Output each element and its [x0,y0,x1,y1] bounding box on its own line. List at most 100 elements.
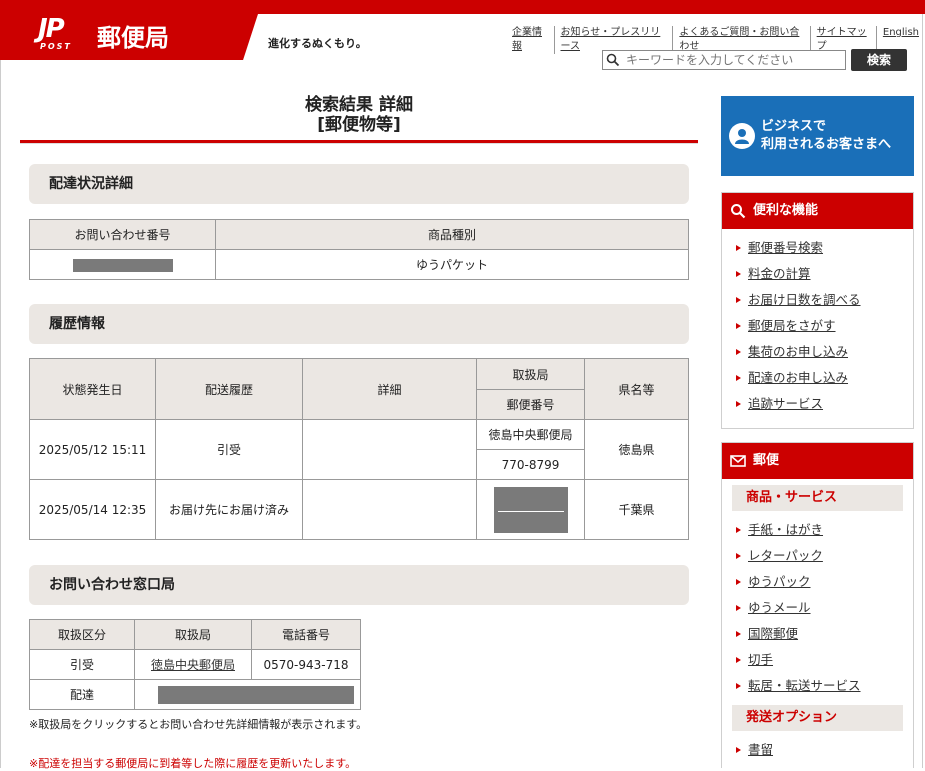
note-update-history: ※配達を担当する郵便局に到着等した際に履歴を更新いたします。 [29,757,357,770]
link-fee-calc[interactable]: 料金の計算 [748,266,811,281]
link-letters-postcards[interactable]: 手紙・はがき [748,522,823,537]
mail-list: 手紙・はがき レターパック ゆうパック ゆうメール 国際郵便 切手 転居・転送サ… [722,513,913,703]
list-item: レターパック [722,543,913,569]
link-pickup-request[interactable]: 集荷のお申し込み [748,344,848,359]
list-item: 転居・転送サービス [722,673,913,699]
title-divider-shadow [20,143,698,144]
link-yu-pack[interactable]: ゆうパック [748,574,811,589]
link-delivery-request[interactable]: 配達のお申し込み [748,370,848,385]
search-button[interactable]: 検索 [851,49,907,71]
table-row: 2025/05/12 15:11 引受 徳島中央郵便局 徳島県 [29,419,689,480]
features-heading: 便利な機能 [753,203,819,218]
list-item: 国際郵便 [722,621,913,647]
link-delivery-days[interactable]: お届け日数を調べる [748,292,861,307]
list-item: 料金の計算 [722,261,913,287]
contact-phone: 0570-943-718 [251,649,361,680]
tagline: 進化するぬくもり。 [268,37,367,50]
link-corporate-info[interactable]: 企業情報 [506,26,554,54]
shipping-options-subheading: 発送オプション [732,705,903,731]
business-banner-text: ビジネスで 利用されるお客さまへ [761,119,892,152]
col-postal: 郵便番号 [476,389,585,420]
features-box: 便利な機能 郵便番号検索 料金の計算 お届け日数を調べる 郵便局をさがす 集荷の… [721,192,914,429]
list-item: ゆうメール [722,595,913,621]
history-prefecture: 徳島県 [584,419,689,480]
link-stamps[interactable]: 切手 [748,652,773,667]
col-handling-type: 取扱区分 [29,619,135,650]
history-postal: 770-8799 [476,449,585,480]
link-registered-mail[interactable]: 書留 [748,742,773,757]
note-click-office: ※取扱局をクリックするとお問い合わせ先詳細情報が表示されます。 [29,718,368,731]
table-row: 引受 徳島中央郵便局 0570-943-718 [29,649,361,680]
col-status: 配送履歴 [155,358,303,420]
brand-name[interactable]: 郵便局 [97,18,169,53]
products-services-subheading: 商品・サービス [732,485,903,511]
history-office: 徳島中央郵便局 [476,419,585,450]
link-find-office[interactable]: 郵便局をさがす [748,318,836,333]
search-icon [606,53,620,67]
link-yu-mail[interactable]: ゆうメール [748,600,811,615]
contact-type: 引受 [29,649,135,680]
contact-delivery-redacted-cell [134,679,361,710]
list-item: 手紙・はがき [722,517,913,543]
history-status: お届け先にお届け済み [155,479,303,540]
page-title-line1: 検索結果 詳細 [305,95,413,115]
table-row: 配達 [29,679,361,710]
page-title: 検索結果 詳細 [郵便物等] [20,95,698,135]
shipping-options-list: 書留 [722,733,913,769]
link-international-mail[interactable]: 国際郵便 [748,626,798,641]
redacted-office-info [493,486,568,533]
link-letter-pack[interactable]: レターパック [748,548,823,563]
col-contact-office: 取扱局 [134,619,252,650]
list-item: 郵便番号検索 [722,235,913,261]
list-item: お届け日数を調べる [722,287,913,313]
contact-office-link[interactable]: 徳島中央郵便局 [151,658,235,672]
section-contact-office: お問い合わせ窓口局 [29,565,689,605]
list-item: 切手 [722,647,913,673]
list-item: ゆうパック [722,569,913,595]
search-icon [730,203,746,219]
col-detail: 詳細 [302,358,477,420]
col-date: 状態発生日 [29,358,156,420]
list-item: 集荷のお申し込み [722,339,913,365]
search-input[interactable] [624,52,838,68]
link-tracking[interactable]: 追跡サービス [748,396,823,411]
contact-table: 取扱区分 取扱局 電話番号 引受 徳島中央郵便局 0570-943-718 配達 [29,619,361,710]
col-prefecture: 県名等 [584,358,689,420]
history-date: 2025/05/12 15:11 [29,419,156,480]
item-type-cell: ゆうパケット [215,249,689,280]
section-delivery-detail: 配達状況詳細 [29,164,689,204]
features-list: 郵便番号検索 料金の計算 お届け日数を調べる 郵便局をさがす 集荷のお申し込み … [722,229,913,423]
history-detail [302,479,477,540]
list-item: 配達のお申し込み [722,365,913,391]
history-prefecture: 千葉県 [584,479,689,540]
business-banner[interactable]: ビジネスで 利用されるお客さまへ [721,96,914,176]
table-row: 2025/05/14 12:35 お届け先にお届け済み 千葉県 [29,479,689,540]
col-phone: 電話番号 [251,619,361,650]
page-title-line2: [郵便物等] [317,115,401,135]
redacted-tracking-number [72,258,173,272]
col-item-type: 商品種別 [215,219,689,250]
contact-office-cell: 徳島中央郵便局 [134,649,252,680]
jp-post-logo[interactable]: JP [38,14,65,44]
features-header: 便利な機能 [722,193,913,229]
list-item: 郵便局をさがす [722,313,913,339]
history-status: 引受 [155,419,303,480]
header-top-stripe [0,0,925,14]
logo-post-text: POST [40,42,72,51]
link-forwarding-service[interactable]: 転居・転送サービス [748,678,861,693]
col-inquiry-number: お問い合わせ番号 [29,219,216,250]
mail-header: 郵便 [722,443,913,479]
list-item: 書留 [722,737,913,763]
mail-box: 郵便 商品・サービス 手紙・はがき レターパック ゆうパック ゆうメール 国際郵… [721,442,914,768]
section-history: 履歴情報 [29,304,689,344]
inquiry-number-cell [29,249,216,280]
envelope-icon [730,455,746,467]
contact-type: 配達 [29,679,135,710]
person-icon [729,123,755,149]
redacted-delivery-office [158,685,354,704]
history-date: 2025/05/14 12:35 [29,479,156,540]
mail-heading: 郵便 [753,453,780,468]
history-detail [302,419,477,480]
link-postal-code-search[interactable]: 郵便番号検索 [748,240,823,255]
search-box [602,50,846,70]
